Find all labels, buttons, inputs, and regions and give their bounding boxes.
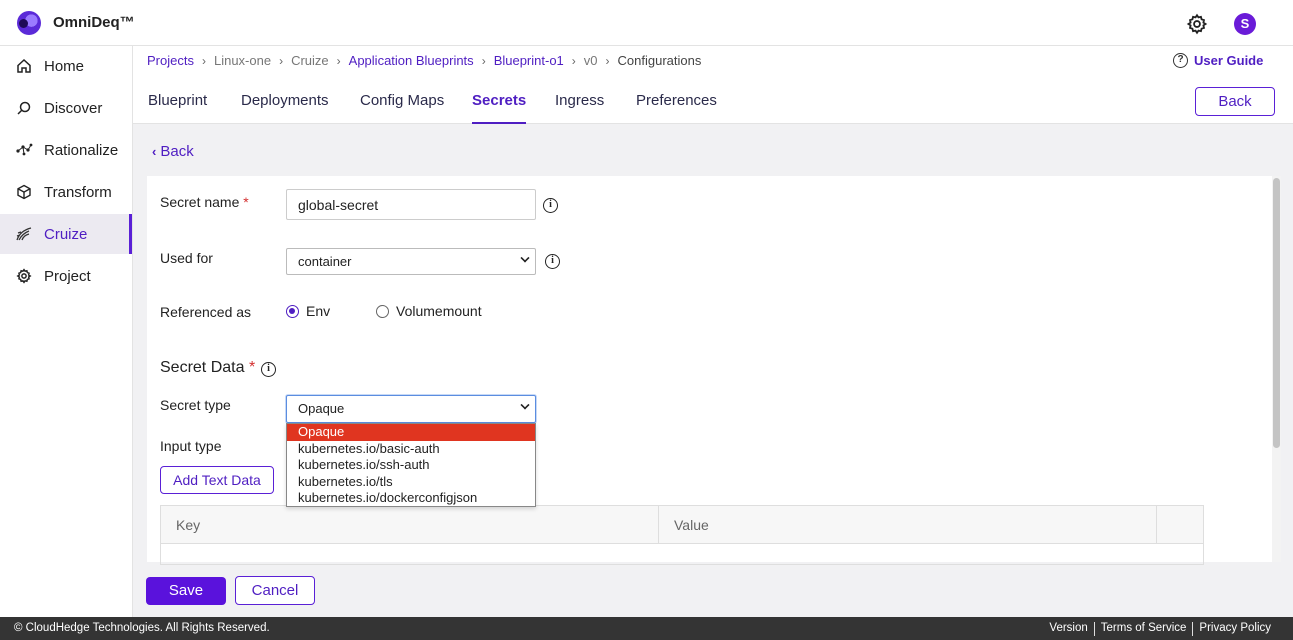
info-icon[interactable]: i xyxy=(543,198,558,213)
back-button[interactable]: Back xyxy=(1195,87,1275,116)
sidebar-item-cruize[interactable]: Cruize xyxy=(0,214,132,254)
referenced-as-label: Referenced as xyxy=(160,304,252,320)
sidebar-item-label: Rationalize xyxy=(44,141,119,159)
add-text-data-button[interactable]: Add Text Data xyxy=(160,466,274,494)
terms-of-service-link[interactable]: Terms of Service xyxy=(1095,622,1193,636)
back-link-label: Back xyxy=(160,143,194,160)
secret-data-table: Key Value xyxy=(160,505,1204,565)
used-for-label: Used for xyxy=(160,250,213,266)
used-for-value: container xyxy=(298,254,352,269)
footer: © CloudHedge Technologies. All Rights Re… xyxy=(0,617,1293,640)
option-tls[interactable]: kubernetes.io/tls xyxy=(287,474,535,491)
column-header-value: Value xyxy=(659,506,1157,544)
sidebar-item-label: Cruize xyxy=(44,225,88,243)
info-icon[interactable]: i xyxy=(545,254,560,269)
privacy-policy-link[interactable]: Privacy Policy xyxy=(1193,622,1277,636)
chevron-right-icon: › xyxy=(201,53,206,68)
sidebar-item-label: Discover xyxy=(44,99,103,117)
breadcrumb-linux-one[interactable]: Linux-one xyxy=(214,53,271,68)
tab-blueprint[interactable]: Blueprint xyxy=(148,92,207,124)
rationalize-icon xyxy=(15,141,33,159)
sidebar-item-rationalize[interactable]: Rationalize xyxy=(0,130,132,170)
breadcrumb-version[interactable]: v0 xyxy=(584,53,598,68)
chevron-down-icon xyxy=(520,253,530,263)
breadcrumb-projects[interactable]: Projects xyxy=(147,53,194,68)
env-radio-label[interactable]: Env xyxy=(306,303,330,319)
transform-icon xyxy=(15,183,33,201)
option-ssh-auth[interactable]: kubernetes.io/ssh-auth xyxy=(287,457,535,474)
volumemount-radio-label[interactable]: Volumemount xyxy=(396,303,482,319)
cancel-button[interactable]: Cancel xyxy=(235,576,315,605)
sidebar-item-label: Home xyxy=(44,57,85,75)
tab-deployments[interactable]: Deployments xyxy=(241,92,329,124)
secret-data-title: Secret Data * xyxy=(160,359,255,377)
breadcrumb-configurations: Configurations xyxy=(617,53,702,68)
breadcrumb-cruize[interactable]: Cruize xyxy=(291,53,329,68)
top-bar: OmniDeq™ S xyxy=(0,0,1293,46)
info-icon[interactable]: i xyxy=(261,362,276,377)
secret-name-label: Secret name * xyxy=(160,194,249,210)
tab-config-maps[interactable]: Config Maps xyxy=(360,92,444,124)
secret-type-select[interactable]: Opaque xyxy=(286,395,536,423)
option-opaque[interactable]: Opaque xyxy=(287,424,535,441)
back-link[interactable]: ‹ Back xyxy=(152,143,194,160)
discover-icon xyxy=(15,99,33,117)
column-header-actions xyxy=(1157,506,1203,544)
home-icon xyxy=(15,57,33,75)
breadcrumb: Projects › Linux-one › Cruize › Applicat… xyxy=(147,53,701,68)
env-radio[interactable] xyxy=(286,305,299,318)
chevron-right-icon: › xyxy=(336,53,341,68)
breadcrumb-application-blueprints[interactable]: Application Blueprints xyxy=(349,53,474,68)
secret-name-input[interactable] xyxy=(286,189,536,220)
sidebar-item-label: Project xyxy=(44,267,91,285)
sidebar-item-discover[interactable]: Discover xyxy=(0,88,132,128)
footer-links: Version Terms of Service Privacy Policy xyxy=(1043,622,1277,636)
option-dockerconfigjson[interactable]: kubernetes.io/dockerconfigjson xyxy=(287,490,535,507)
chevron-right-icon: › xyxy=(279,53,284,68)
option-basic-auth[interactable]: kubernetes.io/basic-auth xyxy=(287,441,535,458)
settings-gear-icon[interactable] xyxy=(1186,13,1208,35)
chevron-right-icon: › xyxy=(571,53,576,68)
volumemount-radio[interactable] xyxy=(376,305,389,318)
required-mark: * xyxy=(243,194,249,210)
column-header-key: Key xyxy=(161,506,659,544)
chevron-down-icon xyxy=(520,400,530,410)
scrollbar-thumb[interactable] xyxy=(1273,178,1280,448)
sidebar: Home Discover Rationalize Transform Crui… xyxy=(0,46,133,617)
secret-name-label-text: Secret name xyxy=(160,194,240,210)
version-link[interactable]: Version xyxy=(1043,622,1093,636)
omnideq-logo[interactable] xyxy=(17,11,41,35)
sidebar-item-transform[interactable]: Transform xyxy=(0,172,132,212)
tab-ingress[interactable]: Ingress xyxy=(555,92,604,124)
user-guide-link[interactable]: ? User Guide xyxy=(1173,53,1263,68)
breadcrumb-blueprint[interactable]: Blueprint-o1 xyxy=(494,53,564,68)
chevron-left-icon: ‹ xyxy=(152,144,157,159)
used-for-select[interactable]: container xyxy=(286,248,536,275)
save-button[interactable]: Save xyxy=(146,577,226,605)
copyright-text: © CloudHedge Technologies. All Rights Re… xyxy=(14,622,270,634)
help-circle-icon: ? xyxy=(1173,53,1188,68)
user-avatar[interactable]: S xyxy=(1234,13,1256,35)
user-guide-label: User Guide xyxy=(1194,53,1264,68)
config-tabs: Blueprint Deployments Config Maps Secret… xyxy=(133,80,1293,124)
secret-type-value: Opaque xyxy=(298,401,345,416)
tab-preferences[interactable]: Preferences xyxy=(636,92,717,124)
chevron-right-icon: › xyxy=(481,53,486,68)
secret-data-title-text: Secret Data xyxy=(160,359,245,376)
tab-secrets[interactable]: Secrets xyxy=(472,92,527,124)
input-type-label: Input type xyxy=(160,438,222,454)
cruize-icon xyxy=(15,225,33,243)
required-mark: * xyxy=(248,359,256,376)
brand-name: OmniDeq™ xyxy=(53,14,135,31)
secret-type-label: Secret type xyxy=(160,397,231,413)
chevron-right-icon: › xyxy=(605,53,610,68)
sidebar-item-project[interactable]: Project xyxy=(0,256,132,296)
table-header: Key Value xyxy=(161,506,1203,544)
sidebar-item-home[interactable]: Home xyxy=(0,46,132,86)
sidebar-item-label: Transform xyxy=(44,183,112,201)
project-icon xyxy=(15,267,33,285)
secret-type-dropdown-list: Opaque kubernetes.io/basic-auth kubernet… xyxy=(286,423,536,507)
